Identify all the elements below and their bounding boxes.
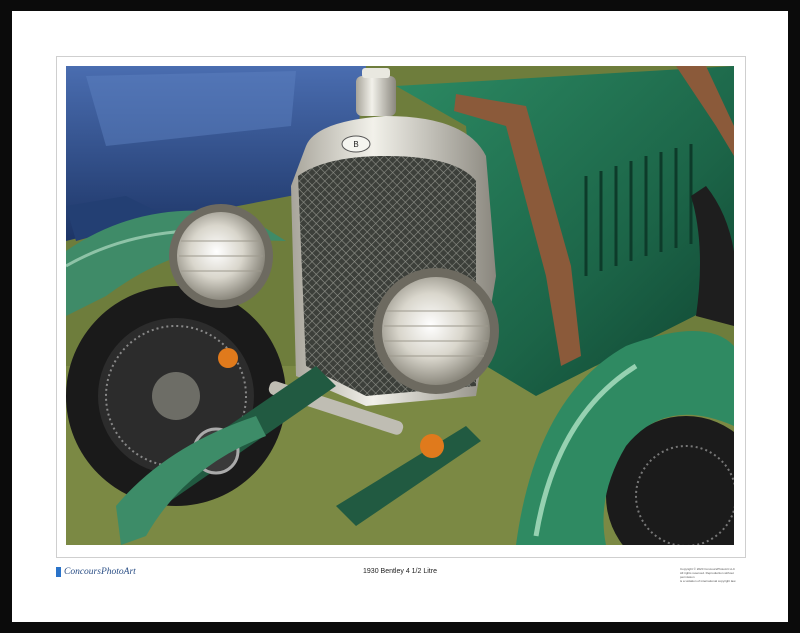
copyright-notice: Copyright © 2020 ConcoursPhotoArt LLC Al…: [680, 567, 742, 583]
car-illustration: B: [66, 66, 734, 545]
svg-text:B: B: [353, 140, 358, 149]
car-photo: B: [66, 66, 734, 545]
print-title: 1930 Bentley 4 1/2 Litre: [363, 568, 437, 575]
picture-frame: B ConcoursPhotoArt 1930 Bentley 4 1/2 Li…: [0, 0, 800, 633]
fineprint-line: is a violation of international copyrigh…: [680, 579, 737, 583]
caption-bar: ConcoursPhotoArt 1930 Bentley 4 1/2 Litr…: [56, 565, 744, 585]
left-indicator: [218, 348, 238, 368]
radiator-cap: [356, 76, 396, 116]
right-indicator: [420, 434, 444, 458]
fineprint-line: All rights reserved. Reproduction withou…: [680, 571, 734, 579]
